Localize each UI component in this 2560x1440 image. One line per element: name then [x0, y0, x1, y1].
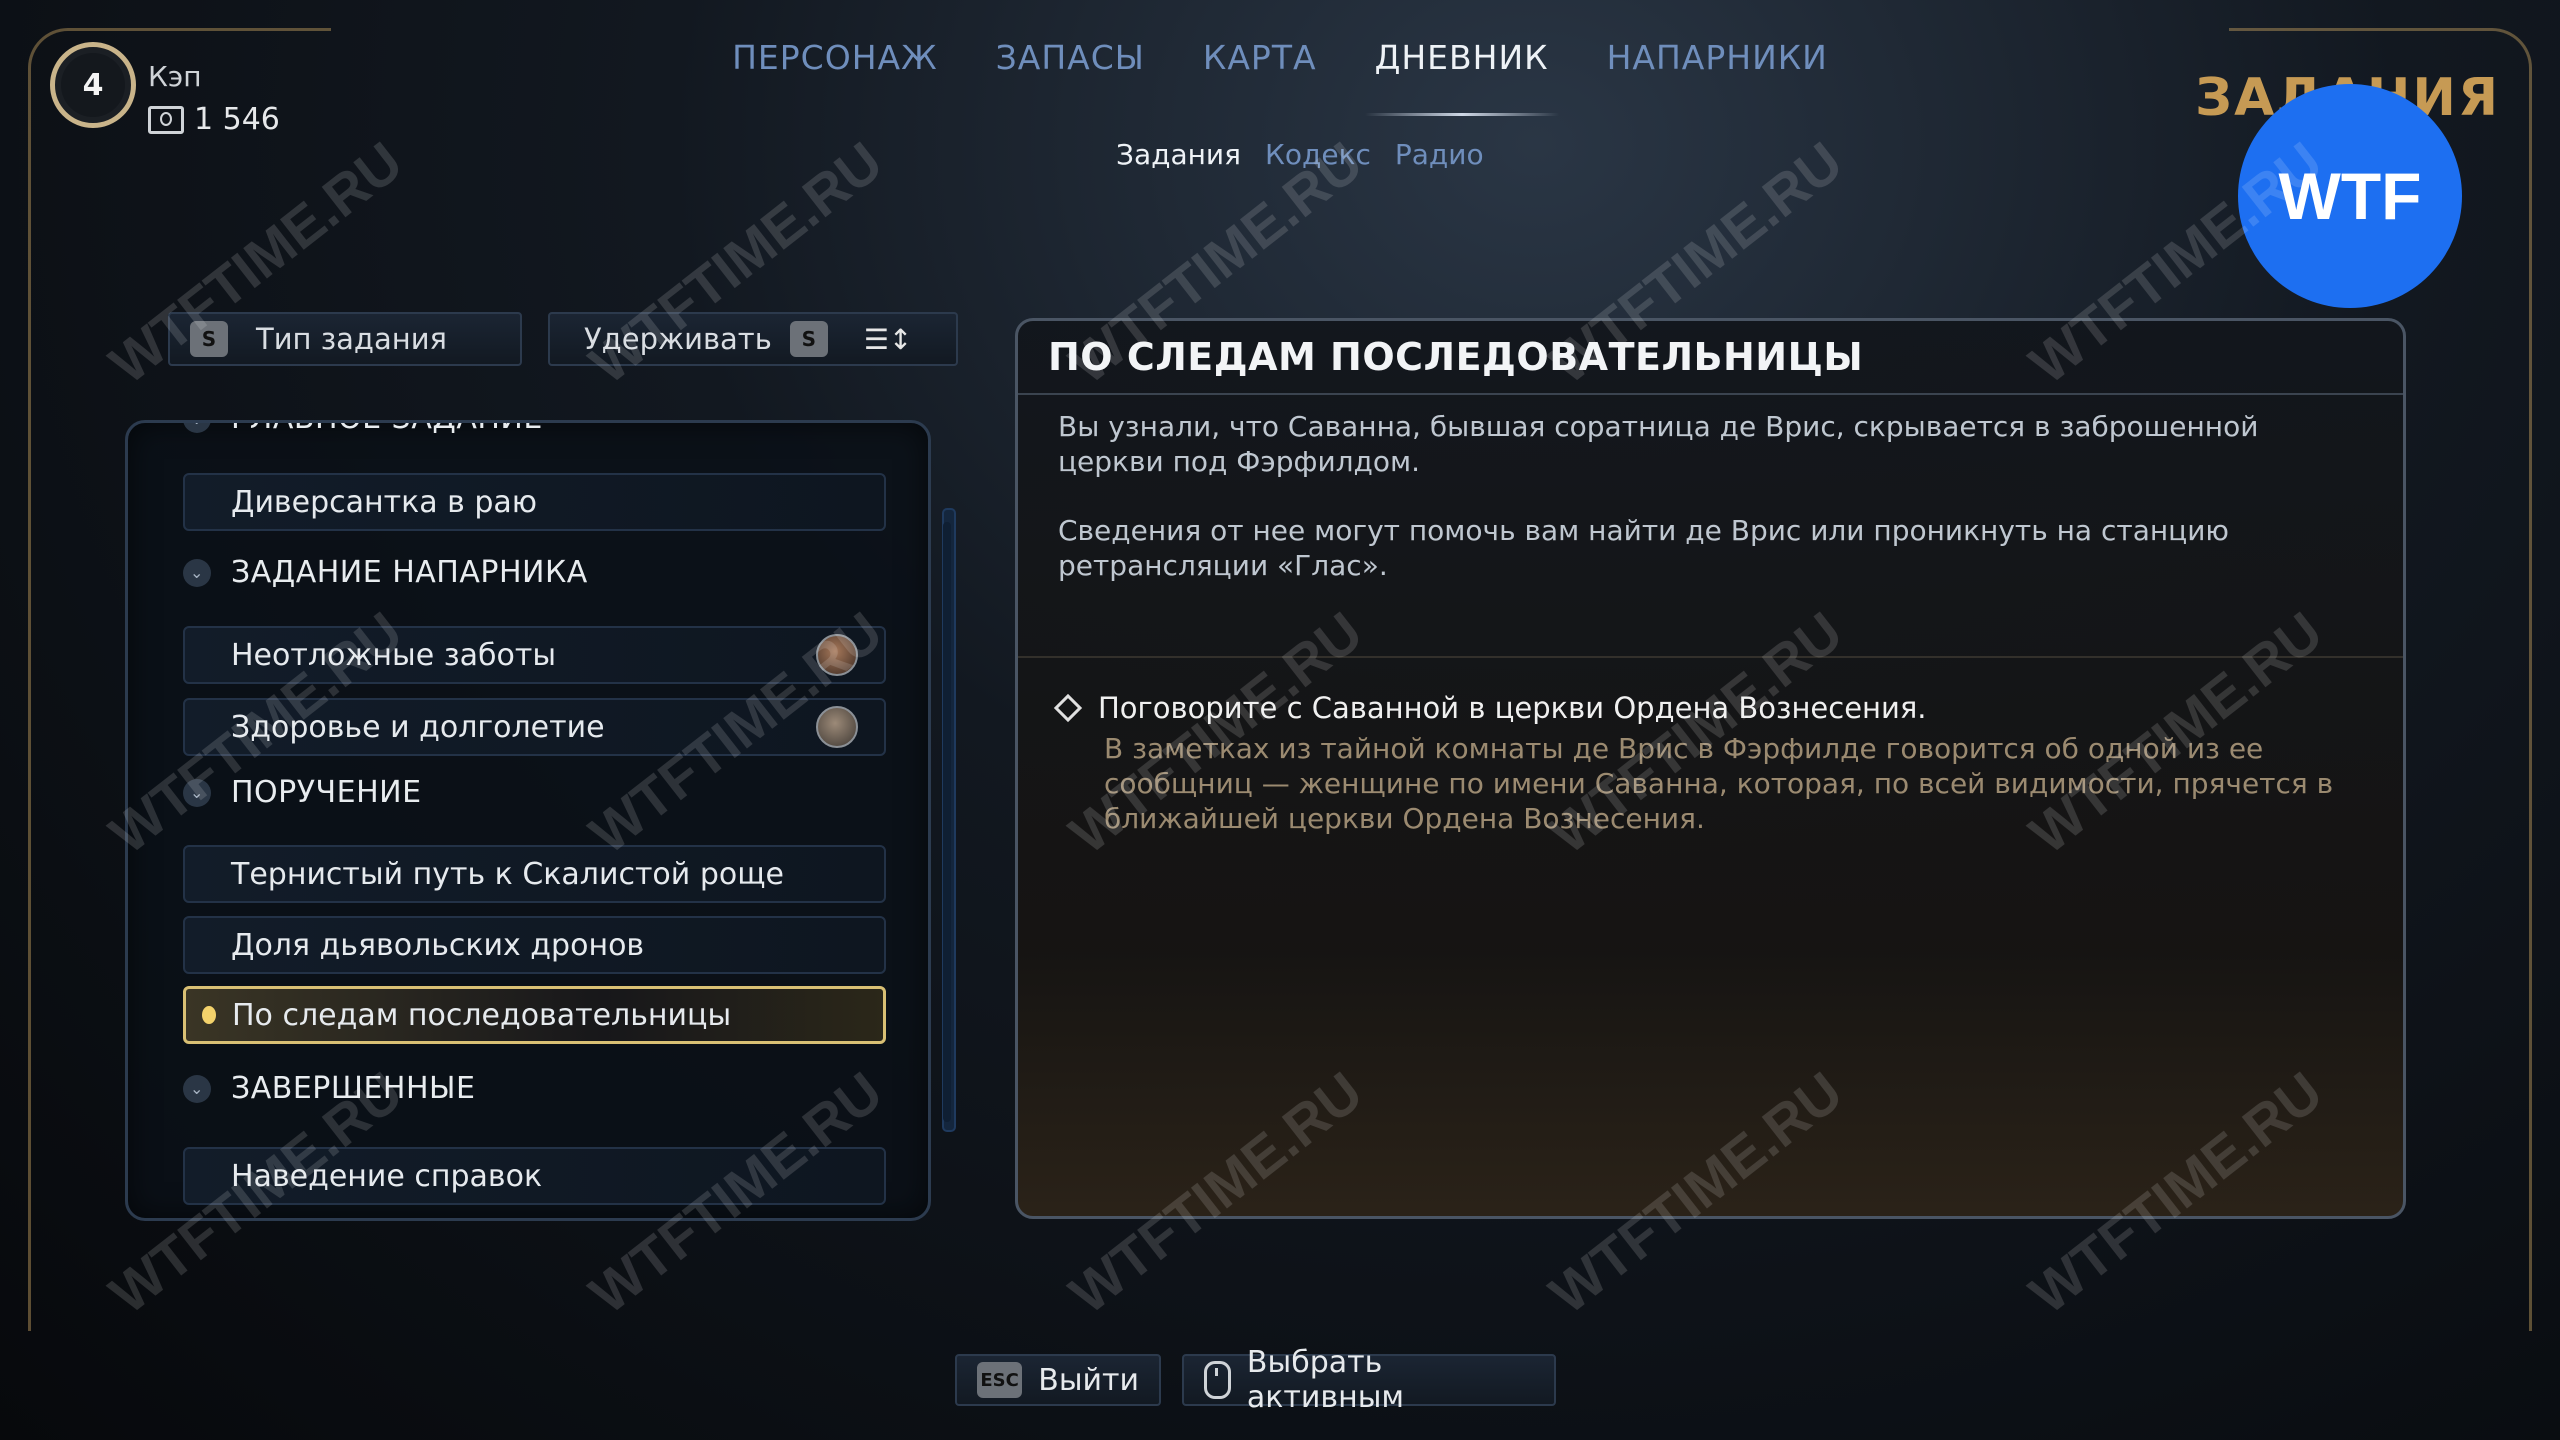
quest-item[interactable]: Тернистый путь к Скалистой роще — [183, 845, 886, 903]
money-value: 1 546 — [194, 102, 280, 137]
tab-character[interactable]: ПЕРСОНАЖ — [732, 38, 938, 98]
quest-description: Вы узнали, что Саванна, бывшая соратница… — [1058, 410, 2259, 582]
quest-item[interactable]: Доля дьявольских дронов — [183, 916, 886, 974]
tab-journal[interactable]: ДНЕВНИК — [1364, 38, 1559, 116]
set-active-button[interactable]: Выбрать активным — [1182, 1345, 1556, 1415]
wtf-logo: WTF — [2238, 84, 2462, 308]
quest-detail-panel: ПО СЛЕДАМ ПОСЛЕДОВАТЕЛЬНИЦЫ Вы узнали, ч… — [1015, 318, 2406, 1219]
subtab-quests[interactable]: Задания — [1116, 138, 1241, 171]
scrollbar-thumb[interactable] — [943, 522, 951, 1122]
quest-type-label: Тип задания — [256, 322, 448, 356]
active-quest-marker-icon — [202, 1006, 216, 1024]
exit-button[interactable]: ESC Выйти — [955, 1354, 1161, 1406]
category-errand[interactable]: ⌄ ПОРУЧЕНИЕ — [183, 775, 422, 810]
tab-inventory[interactable]: ЗАПАСЫ — [996, 38, 1145, 98]
quest-item[interactable]: Наведение справок — [183, 1147, 886, 1205]
money-icon — [148, 105, 184, 134]
objective-diamond-icon — [1053, 693, 1083, 723]
divider — [1018, 656, 2403, 658]
divider — [1018, 393, 2403, 395]
companion-portrait-icon — [816, 634, 858, 676]
quest-type-filter-button[interactable]: S Тип задания — [168, 312, 522, 366]
category-main-quest[interactable]: ⌄ ГЛАВНОЕ ЗАДАНИЕ — [183, 423, 543, 436]
objective-note: В заметках из тайной комнаты де Врис в Ф… — [1104, 732, 2334, 835]
quest-objective: Поговорите с Саванной в церкви Ордена Во… — [1053, 691, 2368, 836]
sort-hold-button[interactable]: Удерживать S ☰↕ — [548, 312, 958, 366]
category-companion-quest[interactable]: ⌄ ЗАДАНИЕ НАПАРНИКА — [183, 555, 588, 590]
s-key-icon: S — [789, 321, 828, 357]
tab-map[interactable]: КАРТА — [1203, 38, 1317, 98]
subtab-radio[interactable]: Радио — [1395, 138, 1484, 171]
hold-label: Удерживать — [584, 322, 772, 356]
tab-companions[interactable]: НАПАРНИКИ — [1607, 38, 1828, 98]
quest-list[interactable]: ⌄ ГЛАВНОЕ ЗАДАНИЕ Диверсантка в раю ⌄ ЗА… — [125, 420, 931, 1221]
category-completed[interactable]: ⌄ ЗАВЕРШЕННЫЕ — [183, 1071, 475, 1106]
main-nav: ПЕРСОНАЖ ЗАПАСЫ КАРТА ДНЕВНИК НАПАРНИКИ — [0, 38, 2560, 116]
quest-item[interactable]: Диверсантка в раю — [183, 473, 886, 531]
chevron-down-icon: ⌄ — [183, 558, 211, 587]
quest-item[interactable]: Здоровье и долголетие — [183, 698, 886, 756]
esc-key-icon: ESC — [977, 1362, 1023, 1398]
sort-icon: ☰↕ — [863, 322, 913, 356]
s-key-icon: S — [190, 321, 228, 357]
chevron-down-icon: ⌄ — [183, 778, 211, 807]
companion-portrait-icon — [816, 706, 858, 748]
quest-item[interactable]: Неотложные заботы — [183, 626, 886, 684]
subtab-codex[interactable]: Кодекс — [1265, 138, 1371, 171]
mouse-icon — [1204, 1361, 1231, 1399]
chevron-down-icon: ⌄ — [183, 423, 211, 433]
player-money: 1 546 — [148, 102, 280, 137]
objective-title: Поговорите с Саванной в церкви Ордена Во… — [1053, 691, 2368, 725]
journal-subnav: Задания Кодекс Радио — [1116, 138, 1484, 171]
chevron-down-icon: ⌄ — [183, 1074, 211, 1103]
quest-item-selected[interactable]: По следам последовательницы — [183, 986, 886, 1044]
quest-title: ПО СЛЕДАМ ПОСЛЕДОВАТЕЛЬНИЦЫ — [1048, 335, 1864, 379]
